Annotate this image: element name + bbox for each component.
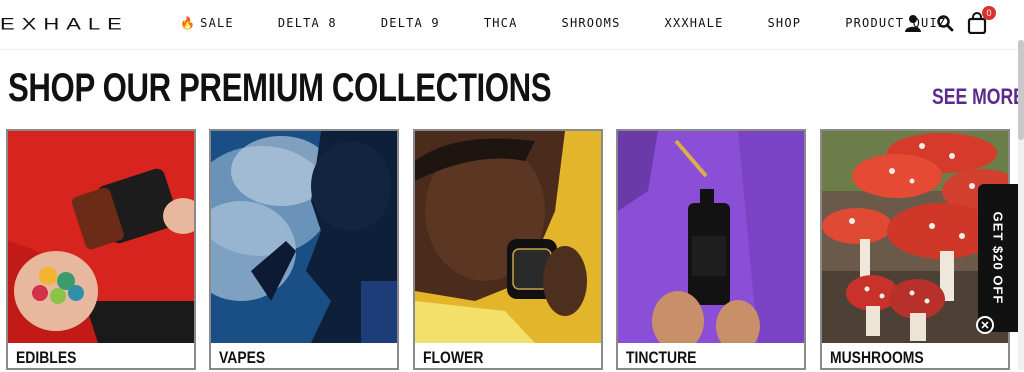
- nav-item-label: SHOP: [767, 16, 802, 30]
- nav-item-label: SALE: [200, 16, 234, 30]
- nav-item-xxxhale[interactable]: XXXHALE: [665, 16, 724, 30]
- flame-icon: 🔥: [180, 16, 197, 30]
- nav-item-label: DELTA 8: [277, 16, 337, 30]
- flower-image: [415, 131, 601, 343]
- user-icon[interactable]: [902, 12, 924, 34]
- collection-card-edibles[interactable]: EDIBLES: [6, 129, 196, 370]
- cart-icon[interactable]: 0: [966, 6, 996, 34]
- section-title: SHOP OUR PREMIUM COLLECTIONS: [8, 66, 552, 110]
- nav-item-delta-8[interactable]: DELTA 8: [278, 16, 337, 30]
- page-scrollbar[interactable]: [1018, 40, 1024, 370]
- header-icons: 0: [902, 6, 998, 34]
- nav-item-label: DELTA 9: [380, 16, 440, 30]
- nav-item-delta-9[interactable]: DELTA 9: [381, 16, 440, 30]
- nav-item-shop[interactable]: SHOP: [768, 16, 802, 30]
- promo-text: GET $20 OFF: [990, 211, 1006, 305]
- main-nav: 🔥 SALE DELTA 8 DELTA 9 THCA SHROOMS XXXH…: [180, 16, 946, 30]
- collection-label: TINCTURE: [626, 348, 697, 367]
- collection-card-tincture[interactable]: TINCTURE: [616, 129, 806, 370]
- nav-item-shrooms[interactable]: SHROOMS: [562, 16, 621, 30]
- nav-item-sale[interactable]: 🔥 SALE: [180, 16, 234, 30]
- nav-item-thca[interactable]: THCA: [484, 16, 518, 30]
- promo-tab[interactable]: GET $20 OFF: [978, 184, 1018, 332]
- close-icon[interactable]: [976, 316, 994, 334]
- cart-count-badge: 0: [982, 6, 996, 20]
- collection-label: EDIBLES: [16, 348, 77, 367]
- vapes-image: [211, 131, 397, 343]
- collection-label: FLOWER: [423, 348, 484, 367]
- nav-item-label: XXXHALE: [664, 16, 724, 30]
- site-header: EXHALE 🔥 SALE DELTA 8 DELTA 9 THCA SHROO…: [0, 0, 1024, 50]
- search-icon[interactable]: [934, 12, 956, 34]
- scrollbar-thumb[interactable]: [1018, 40, 1024, 140]
- collection-label: VAPES: [219, 348, 266, 367]
- nav-item-label: SHROOMS: [561, 16, 621, 30]
- collection-card-flower[interactable]: FLOWER: [413, 129, 603, 370]
- collection-card-vapes[interactable]: VAPES: [209, 129, 399, 370]
- nav-item-label: THCA: [483, 16, 518, 30]
- site-logo[interactable]: EXHALE: [0, 9, 129, 39]
- edibles-image: [8, 131, 194, 343]
- tincture-image: [618, 131, 804, 343]
- see-more-link[interactable]: SEE MORE >: [932, 84, 1024, 110]
- collection-label: MUSHROOMS: [830, 348, 924, 367]
- logo-text: EXHALE: [0, 14, 129, 33]
